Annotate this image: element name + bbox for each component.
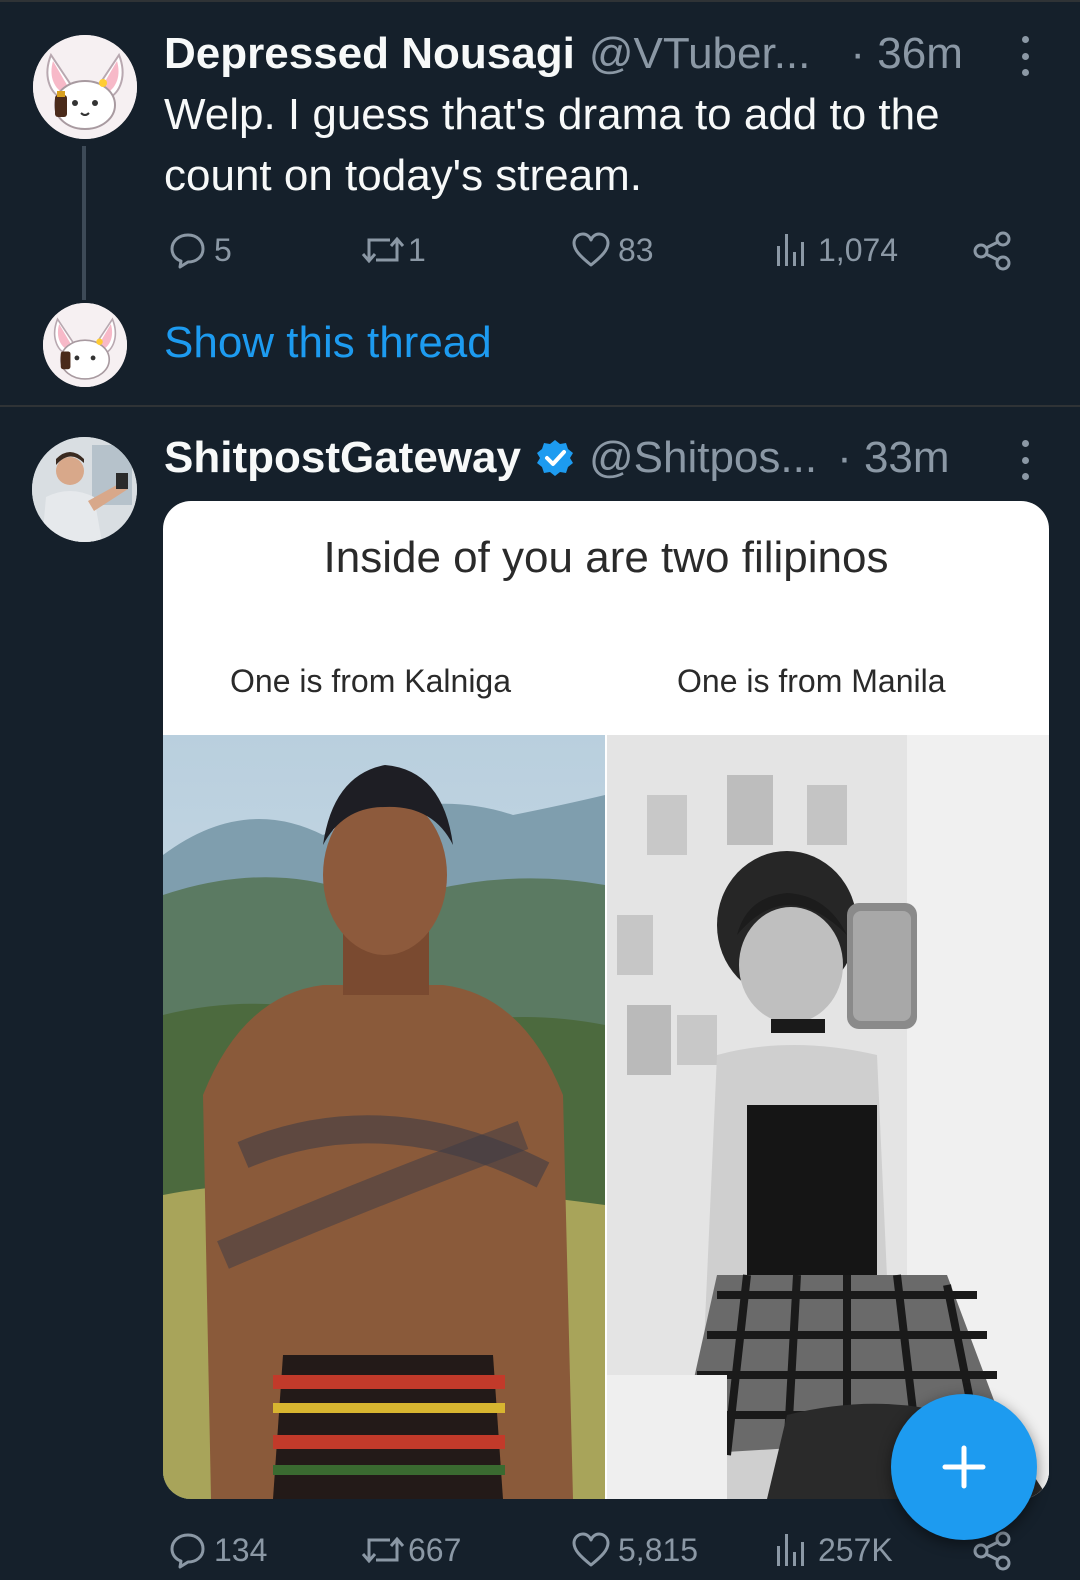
bunny-avatar-small-image — [43, 303, 127, 387]
tweet-media-image[interactable]: Inside of you are two filipinos One is f… — [163, 501, 1049, 1499]
views-count: 1,074 — [818, 231, 899, 268]
more-icon[interactable] — [1020, 36, 1030, 76]
author-name[interactable]: Depressed Nousagi — [164, 29, 575, 79]
views-count: 257K — [818, 1531, 893, 1568]
views-icon — [777, 1534, 804, 1566]
reply-icon — [170, 1533, 205, 1569]
tweet-text: Welp. I guess that's drama to add to the… — [164, 84, 940, 206]
thread-avatar[interactable] — [43, 303, 127, 387]
share-button[interactable] — [972, 230, 1014, 272]
kalinga-man-photo — [163, 735, 605, 1499]
more-icon[interactable] — [1020, 440, 1030, 480]
reply-button[interactable]: 5 — [168, 230, 232, 270]
retweet-icon — [361, 1536, 405, 1564]
like-icon — [572, 232, 610, 267]
author-handle[interactable]: @Shitpos... — [589, 433, 817, 483]
tweet-header: Depressed Nousagi @VTuber... · 36m — [164, 26, 963, 82]
like-button[interactable]: 5,815 — [570, 1530, 698, 1570]
retweet-count: 1 — [408, 231, 426, 268]
like-button[interactable]: 83 — [570, 230, 654, 270]
tweet-header: ShitpostGateway @Shitpos... · 33m — [164, 430, 950, 486]
author-name[interactable]: ShitpostGateway — [164, 433, 521, 483]
views-icon — [777, 234, 804, 266]
manila-girl-photo — [607, 735, 1049, 1499]
timestamp[interactable]: · 36m — [850, 29, 962, 79]
man-pointing-avatar-image — [32, 437, 137, 542]
reply-icon — [170, 233, 205, 269]
retweet-button[interactable]: 1 — [360, 230, 426, 270]
reply-count: 134 — [214, 1531, 268, 1568]
show-thread-link[interactable]: Show this thread — [164, 318, 492, 368]
share-icon — [973, 231, 1011, 271]
like-count: 83 — [618, 231, 654, 268]
views-button[interactable]: 1,074 — [774, 230, 898, 270]
tweet-text-line-2: count on today's stream. — [164, 151, 642, 200]
tweet-actions: 134 667 5,815 257K — [164, 1530, 1024, 1580]
tweet-actions: 5 1 83 1,074 — [164, 230, 1024, 280]
bunny-avatar-image — [33, 35, 137, 139]
reply-count: 5 — [214, 231, 232, 268]
like-icon — [572, 1532, 610, 1567]
reply-button[interactable]: 134 — [168, 1530, 267, 1570]
compose-tweet-button[interactable] — [891, 1394, 1037, 1540]
thread-connector-line — [82, 146, 86, 300]
verified-badge-icon — [536, 440, 573, 476]
retweet-button[interactable]: 667 — [360, 1530, 461, 1570]
tweet-text-line-1: Welp. I guess that's drama to add to the — [164, 90, 940, 139]
timestamp[interactable]: · 33m — [837, 433, 949, 483]
like-count: 5,815 — [618, 1531, 699, 1568]
meme-right-caption: One is from Manila — [677, 663, 946, 699]
avatar[interactable] — [33, 35, 137, 139]
compose-plus-icon — [942, 1445, 986, 1489]
views-button[interactable]: 257K — [774, 1530, 893, 1570]
retweet-icon — [361, 236, 405, 264]
author-handle[interactable]: @VTuber... — [589, 29, 811, 79]
meme-left-caption: One is from Kalniga — [230, 663, 512, 699]
retweet-count: 667 — [408, 1531, 462, 1568]
meme-title: Inside of you are two filipinos — [323, 533, 889, 582]
avatar[interactable] — [32, 437, 137, 542]
tweet-1[interactable]: Depressed Nousagi @VTuber... · 36m Welp.… — [0, 0, 1080, 405]
